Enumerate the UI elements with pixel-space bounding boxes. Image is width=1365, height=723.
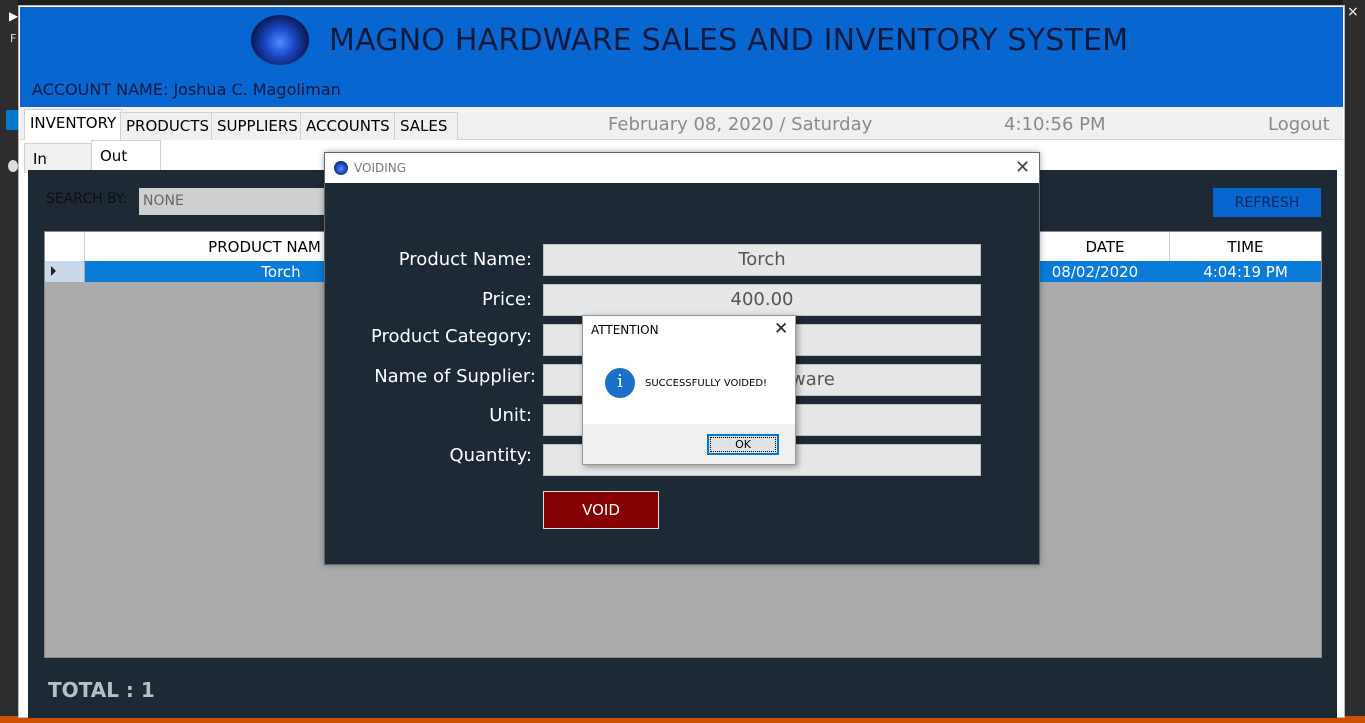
ide-tab-marker xyxy=(6,110,18,130)
refresh-button[interactable]: REFRESH xyxy=(1213,188,1321,217)
current-time: 4:10:56 PM xyxy=(1004,114,1106,135)
col-time[interactable]: TIME xyxy=(1170,232,1321,261)
info-icon: i xyxy=(605,368,635,398)
label-unit: Unit: xyxy=(489,405,532,426)
ide-right-strip: × xyxy=(1343,0,1365,723)
total-count: TOTAL : 1 xyxy=(48,678,155,702)
col-date[interactable]: DATE xyxy=(1041,232,1170,261)
close-icon[interactable]: ✕ xyxy=(774,319,788,339)
void-button[interactable]: VOID xyxy=(543,491,659,529)
ide-close-icon[interactable]: × xyxy=(1347,4,1359,20)
ok-button[interactable]: OK xyxy=(707,434,779,455)
subtab-out[interactable]: Out xyxy=(91,140,161,170)
label-price: Price: xyxy=(482,289,532,310)
ide-left-strip: ▶ F xyxy=(0,0,18,723)
ide-play-icon: ▶ xyxy=(9,9,19,23)
tab-suppliers[interactable]: SUPPLIERS xyxy=(211,112,304,140)
logo-icon xyxy=(251,15,309,65)
app-icon xyxy=(334,161,348,175)
close-icon[interactable]: ✕ xyxy=(1015,157,1030,178)
row-header[interactable] xyxy=(45,261,85,282)
field-price[interactable]: 400.00 xyxy=(543,284,981,316)
search-label: SEARCH BY: xyxy=(46,191,128,207)
app-title: MAGNO HARDWARE SALES AND INVENTORY SYSTE… xyxy=(329,23,1129,58)
cell-time[interactable]: 4:04:19 PM xyxy=(1170,261,1321,282)
tab-products[interactable]: PRODUCTS xyxy=(120,112,215,140)
cell-date[interactable]: 08/02/2020 xyxy=(1041,261,1149,282)
label-supplier: Name of Supplier: xyxy=(374,366,536,387)
tab-sales[interactable]: SALES xyxy=(394,112,458,140)
tab-accounts[interactable]: ACCOUNTS xyxy=(300,112,396,140)
current-date: February 08, 2020 / Saturday xyxy=(608,114,873,135)
field-product-name[interactable]: Torch xyxy=(543,244,981,276)
voiding-title: VOIDING xyxy=(354,161,407,175)
logout-link[interactable]: Logout xyxy=(1268,114,1330,135)
attention-footer: OK xyxy=(583,424,795,464)
attention-title: ATTENTION xyxy=(591,323,659,337)
attention-dialog: ATTENTION ✕ i SUCCESSFULLY VOIDED! OK xyxy=(582,315,796,465)
label-product-name: Product Name: xyxy=(398,249,532,270)
grid-corner xyxy=(45,232,85,261)
voiding-titlebar: VOIDING ✕ xyxy=(325,153,1039,183)
ide-status-icon xyxy=(8,160,18,172)
main-tab-bar: INVENTORY PRODUCTS SUPPLIERS ACCOUNTS SA… xyxy=(20,107,1343,141)
row-pointer-icon xyxy=(51,266,56,276)
search-by-select[interactable]: NONE xyxy=(139,188,339,215)
label-quantity: Quantity: xyxy=(449,445,532,466)
subtab-in[interactable]: In xyxy=(24,143,94,173)
tab-inventory[interactable]: INVENTORY xyxy=(24,109,123,141)
ide-menu-glyph: F xyxy=(10,32,17,45)
account-name: ACCOUNT NAME: Joshua C. Magoliman xyxy=(32,80,341,99)
label-product-category: Product Category: xyxy=(370,326,532,347)
attention-message: SUCCESSFULLY VOIDED! xyxy=(645,378,768,389)
app-header: MAGNO HARDWARE SALES AND INVENTORY SYSTE… xyxy=(20,7,1343,107)
